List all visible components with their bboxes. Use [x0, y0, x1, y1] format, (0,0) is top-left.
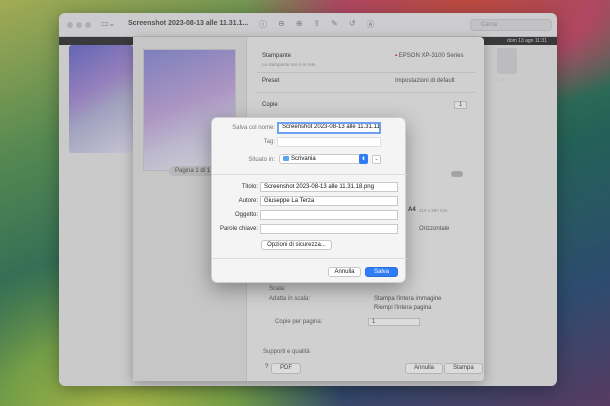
paper-size[interactable]: A4	[408, 207, 416, 213]
printer-select[interactable]: ▪ EPSON XP-3100 Series	[395, 53, 464, 59]
section-support-quality[interactable]: Supporti e qualità	[263, 349, 310, 355]
tags-label: Tag:	[263, 139, 275, 145]
scale-radio[interactable]: Scala:	[269, 286, 286, 292]
toolbar-icons: ⓘ ⊖ ⊕ ⇪ ✎ ↺ Ⓐ	[259, 19, 375, 30]
author-label: Autore:	[238, 198, 258, 204]
toggle-switch[interactable]	[451, 171, 463, 177]
save-as-label: Salva col nome:	[232, 125, 275, 131]
orientation-landscape[interactable]: Orizzontale	[419, 226, 449, 232]
save-as-field[interactable]: Screenshot 2023-08-13 alle 11.31.11	[277, 122, 381, 134]
copies-stepper[interactable]: 1	[454, 101, 468, 109]
printer-status: La stampante non è in rete	[262, 62, 316, 67]
zoom-in-icon[interactable]: ⊕	[296, 19, 303, 30]
print-bottom-bar: ? PDF Annulla Stampa	[133, 357, 484, 381]
window-title: Screenshot 2023-08-13 alle 11.31.1...	[128, 20, 249, 27]
subject-label: Oggetto:	[234, 212, 258, 218]
separator	[257, 72, 475, 73]
copies-label: Copie	[262, 102, 278, 108]
title-field[interactable]: Screenshot 2023-08-13 alle 11.31.18.png	[260, 182, 398, 192]
copies-per-page-select[interactable]: 1	[368, 318, 420, 326]
markup-icon[interactable]: ✎	[331, 19, 338, 30]
minimize-window-button[interactable]	[76, 22, 82, 28]
expand-browser-button[interactable]: ⌄	[372, 155, 381, 164]
folder-icon	[283, 156, 289, 161]
pdf-menu-button[interactable]: PDF	[271, 363, 301, 374]
zoom-out-icon[interactable]: ⊖	[278, 19, 285, 30]
preset-label: Preset	[262, 78, 280, 84]
print-cancel-button[interactable]: Annulla	[405, 363, 444, 374]
fit-option-whole-image[interactable]: Stampa l'intera immagine	[374, 296, 442, 302]
separator	[212, 174, 407, 175]
info-icon[interactable]: ⓘ	[259, 19, 267, 30]
fit-radio[interactable]: Adatta in scala:	[269, 296, 310, 302]
tags-field[interactable]	[277, 137, 381, 147]
title-bar: ▭⌄ Screenshot 2023-08-13 alle 11.31.1...…	[59, 13, 557, 37]
preset-select[interactable]: Impostazioni di default	[395, 78, 455, 84]
title-label: Titolo:	[241, 184, 258, 190]
dialog-save-button[interactable]: Salva	[365, 267, 398, 277]
fit-option-fill-page[interactable]: Riempi l'intera pagina	[374, 305, 432, 311]
save-pdf-dialog: Salva col nome: Screenshot 2023-08-13 al…	[211, 117, 407, 283]
security-options-button[interactable]: Opzioni di sicurezza...	[261, 240, 332, 250]
usb-drive-icon[interactable]	[497, 48, 517, 74]
chevron-updown-icon: ⬍	[359, 154, 368, 164]
print-button[interactable]: Stampa	[444, 363, 483, 374]
keywords-field[interactable]	[260, 224, 398, 234]
usb-drive-label: USB	[496, 78, 507, 84]
close-window-button[interactable]	[67, 22, 73, 28]
sidebar-thumbnail[interactable]	[69, 45, 133, 153]
keywords-label: Parole chiave:	[219, 226, 258, 232]
search-input[interactable]: Cerca	[470, 19, 552, 31]
location-label: Situato in:	[248, 157, 275, 163]
printer-label: Stampante	[262, 53, 292, 59]
copies-per-page-label: Copie per pagina:	[275, 319, 323, 325]
author-field[interactable]: Giuseppe La Terza	[260, 196, 398, 206]
annotate-icon[interactable]: Ⓐ	[367, 19, 375, 30]
share-icon[interactable]: ⇪	[313, 19, 320, 30]
subject-field[interactable]	[260, 210, 398, 220]
page-indicator: Pagina 1 di 1	[169, 166, 217, 176]
paper-dims: 210 x 297 mm	[419, 208, 448, 213]
location-select[interactable]: Scrivania ⬍	[279, 154, 368, 164]
separator	[212, 258, 407, 259]
zoom-window-button[interactable]	[85, 22, 91, 28]
sidebar-toggle-icon[interactable]: ▭⌄	[101, 19, 115, 28]
rotate-icon[interactable]: ↺	[349, 19, 356, 30]
dialog-cancel-button[interactable]: Annulla	[328, 267, 361, 277]
separator	[257, 92, 475, 93]
